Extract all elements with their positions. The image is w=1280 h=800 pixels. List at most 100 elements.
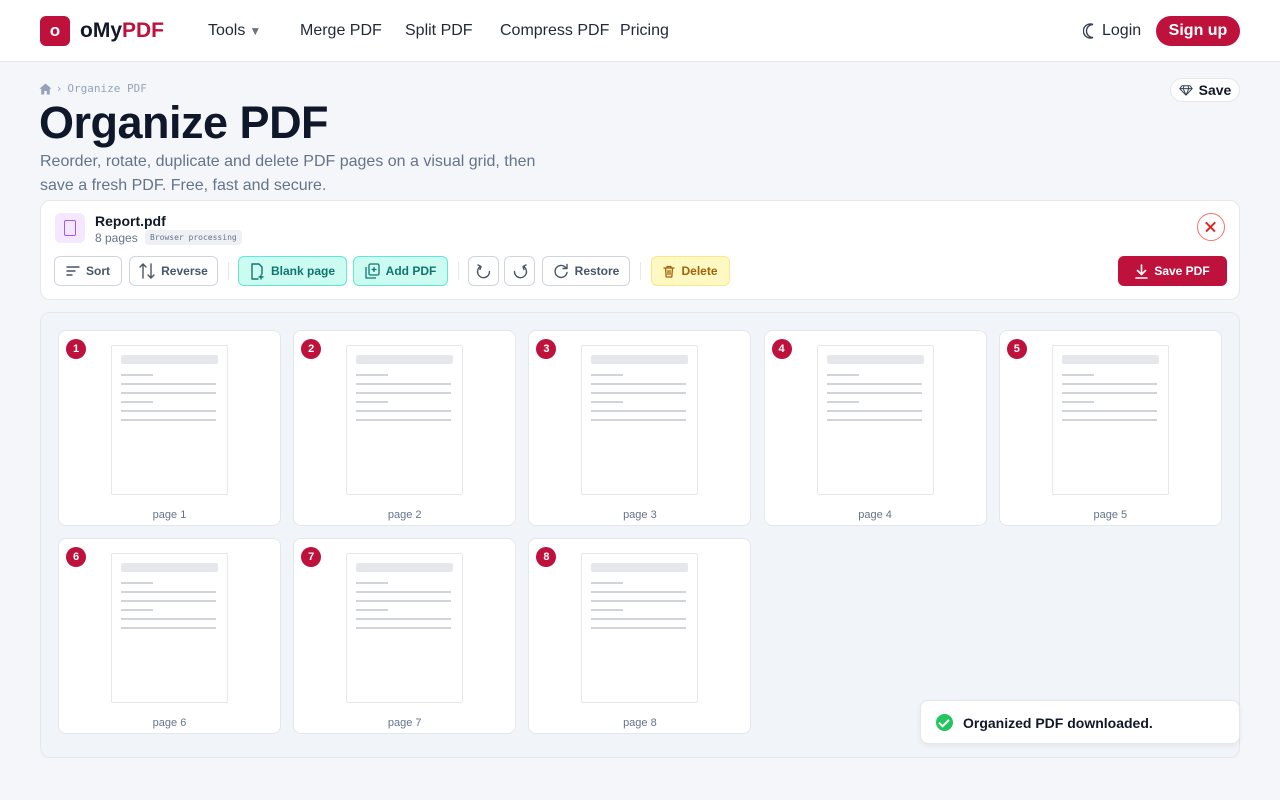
moon-icon[interactable] (1083, 23, 1097, 39)
check-circle-icon (936, 714, 953, 731)
page-label: page 3 (623, 509, 657, 521)
thumbnail-text-line (356, 419, 452, 421)
delete-button[interactable]: Delete (651, 256, 730, 286)
page-label: page 4 (858, 509, 892, 521)
page-number-badge: 1 (66, 339, 86, 359)
nav-split-pdf[interactable]: Split PDF (405, 22, 473, 40)
reverse-icon (139, 263, 155, 279)
logo-mark[interactable]: o (40, 16, 70, 46)
thumbnail-text-line (591, 419, 687, 421)
diamond-icon (1178, 84, 1193, 96)
top-navbar: o oMyPDF Tools ▼ Merge PDF Split PDF Comp… (0, 0, 1280, 62)
thumbnail-text-line (356, 374, 389, 376)
breadcrumb: › Organize PDF (39, 82, 147, 95)
page-card[interactable]: 1 page 1 (58, 330, 281, 526)
thumbnail-text-line (356, 383, 452, 385)
page-card[interactable]: 4 page 4 (763, 330, 987, 526)
rotate-right-icon (513, 264, 527, 279)
nav-pricing[interactable]: Pricing (620, 22, 669, 40)
thumbnail-heading-bar (826, 355, 924, 364)
page-label: page 5 (1093, 509, 1128, 521)
nav-compress-pdf[interactable]: Compress PDF (500, 22, 609, 40)
download-icon (1135, 263, 1149, 279)
page-number-badge: 2 (301, 339, 322, 359)
page-label: page 7 (387, 717, 422, 729)
thumbnail-heading-bar (591, 563, 689, 572)
save-bookmark-button[interactable]: Save (1170, 78, 1240, 102)
thumbnail-text-line (1061, 383, 1157, 385)
breadcrumb-current: Organize PDF (67, 82, 147, 95)
close-icon[interactable] (1197, 213, 1225, 241)
page-label: page 8 (623, 717, 657, 729)
thumbnail-text-line (591, 392, 687, 394)
thumbnail-text-line (591, 401, 624, 403)
page-thumbnail (111, 553, 228, 703)
rotate-left-icon (476, 264, 490, 279)
thumbnail-text-line (121, 383, 216, 385)
page-number-badge: 6 (66, 547, 86, 567)
file-icon (55, 213, 85, 243)
page-card[interactable]: 2 page 2 (293, 330, 517, 526)
thumbnail-text-line (826, 383, 922, 385)
thumbnail-text-line (121, 419, 216, 421)
brand-name[interactable]: oMyPDF (80, 19, 164, 43)
page-thumbnail (581, 553, 699, 703)
add-pdf-icon (365, 263, 380, 279)
toolbar-divider (228, 262, 229, 280)
restore-label: Restore (574, 264, 620, 278)
thumbnail-text-line (356, 609, 389, 611)
thumbnail-text-line (356, 600, 452, 602)
page-number-badge: 8 (536, 547, 557, 567)
thumbnail-text-line (121, 600, 216, 602)
nav-merge-pdf[interactable]: Merge PDF (300, 22, 382, 40)
sort-button[interactable]: Sort (54, 256, 122, 286)
add-pdf-label: Add PDF (385, 264, 437, 278)
thumbnail-text-line (121, 591, 216, 593)
page-card[interactable]: 5 page 5 (998, 330, 1222, 526)
nav-tools-menu[interactable]: Tools ▼ (208, 22, 261, 40)
thumbnail-text-line (591, 591, 687, 593)
rotate-right-button[interactable] (504, 256, 535, 286)
add-pdf-button[interactable]: Add PDF (353, 256, 448, 286)
save-pdf-button[interactable]: Save PDF (1118, 256, 1227, 286)
reverse-button[interactable]: Reverse (129, 256, 218, 286)
chevron-down-icon: ▼ (249, 24, 262, 38)
thumbnail-text-line (826, 392, 922, 394)
page-card[interactable]: 7 page 7 (293, 538, 517, 734)
page-thumbnail (581, 345, 699, 495)
thumbnail-text-line (591, 618, 687, 620)
thumbnail-text-line (826, 419, 922, 421)
thumbnail-text-line (121, 582, 153, 584)
file-name: Report.pdf (95, 213, 166, 229)
thumbnail-heading-bar (121, 355, 218, 364)
thumbnail-text-line (121, 609, 153, 611)
thumbnail-heading-bar (1061, 355, 1159, 364)
thumbnail-text-line (1061, 401, 1094, 403)
toast-message: Organized PDF downloaded. (963, 715, 1153, 731)
thumbnail-heading-bar (591, 355, 689, 364)
thumbnail-text-line (591, 600, 687, 602)
page-title: Organize PDF (39, 97, 329, 148)
thumbnail-text-line (356, 392, 452, 394)
page-card[interactable]: 3 page 3 (528, 330, 752, 526)
home-icon[interactable] (39, 83, 52, 95)
signup-button[interactable]: Sign up (1156, 16, 1240, 46)
thumbnail-text-line (591, 374, 624, 376)
page-card[interactable]: 8 page 8 (528, 538, 752, 734)
thumbnail-text-line (121, 618, 216, 620)
blank-page-icon (251, 262, 264, 280)
thumbnail-text-line (356, 582, 389, 584)
login-link[interactable]: Login (1102, 22, 1141, 40)
brand-prefix: oMy (80, 19, 122, 42)
thumbnail-text-line (1061, 419, 1157, 421)
page-grid: 1 page 1 2 page 2 3 page 3 4 page 4 5 page 5 6 page… (40, 312, 1240, 758)
page-thumbnail (346, 345, 464, 495)
page-card[interactable]: 6 page 6 (58, 538, 281, 734)
blank-page-button[interactable]: Blank page (238, 256, 347, 286)
save-pdf-label: Save PDF (1154, 264, 1210, 278)
thumbnail-text-line (121, 410, 216, 412)
restore-button[interactable]: Restore (542, 256, 630, 286)
rotate-left-button[interactable] (468, 256, 499, 286)
page-number-badge: 7 (301, 547, 322, 567)
blank-page-label: Blank page (270, 264, 336, 278)
